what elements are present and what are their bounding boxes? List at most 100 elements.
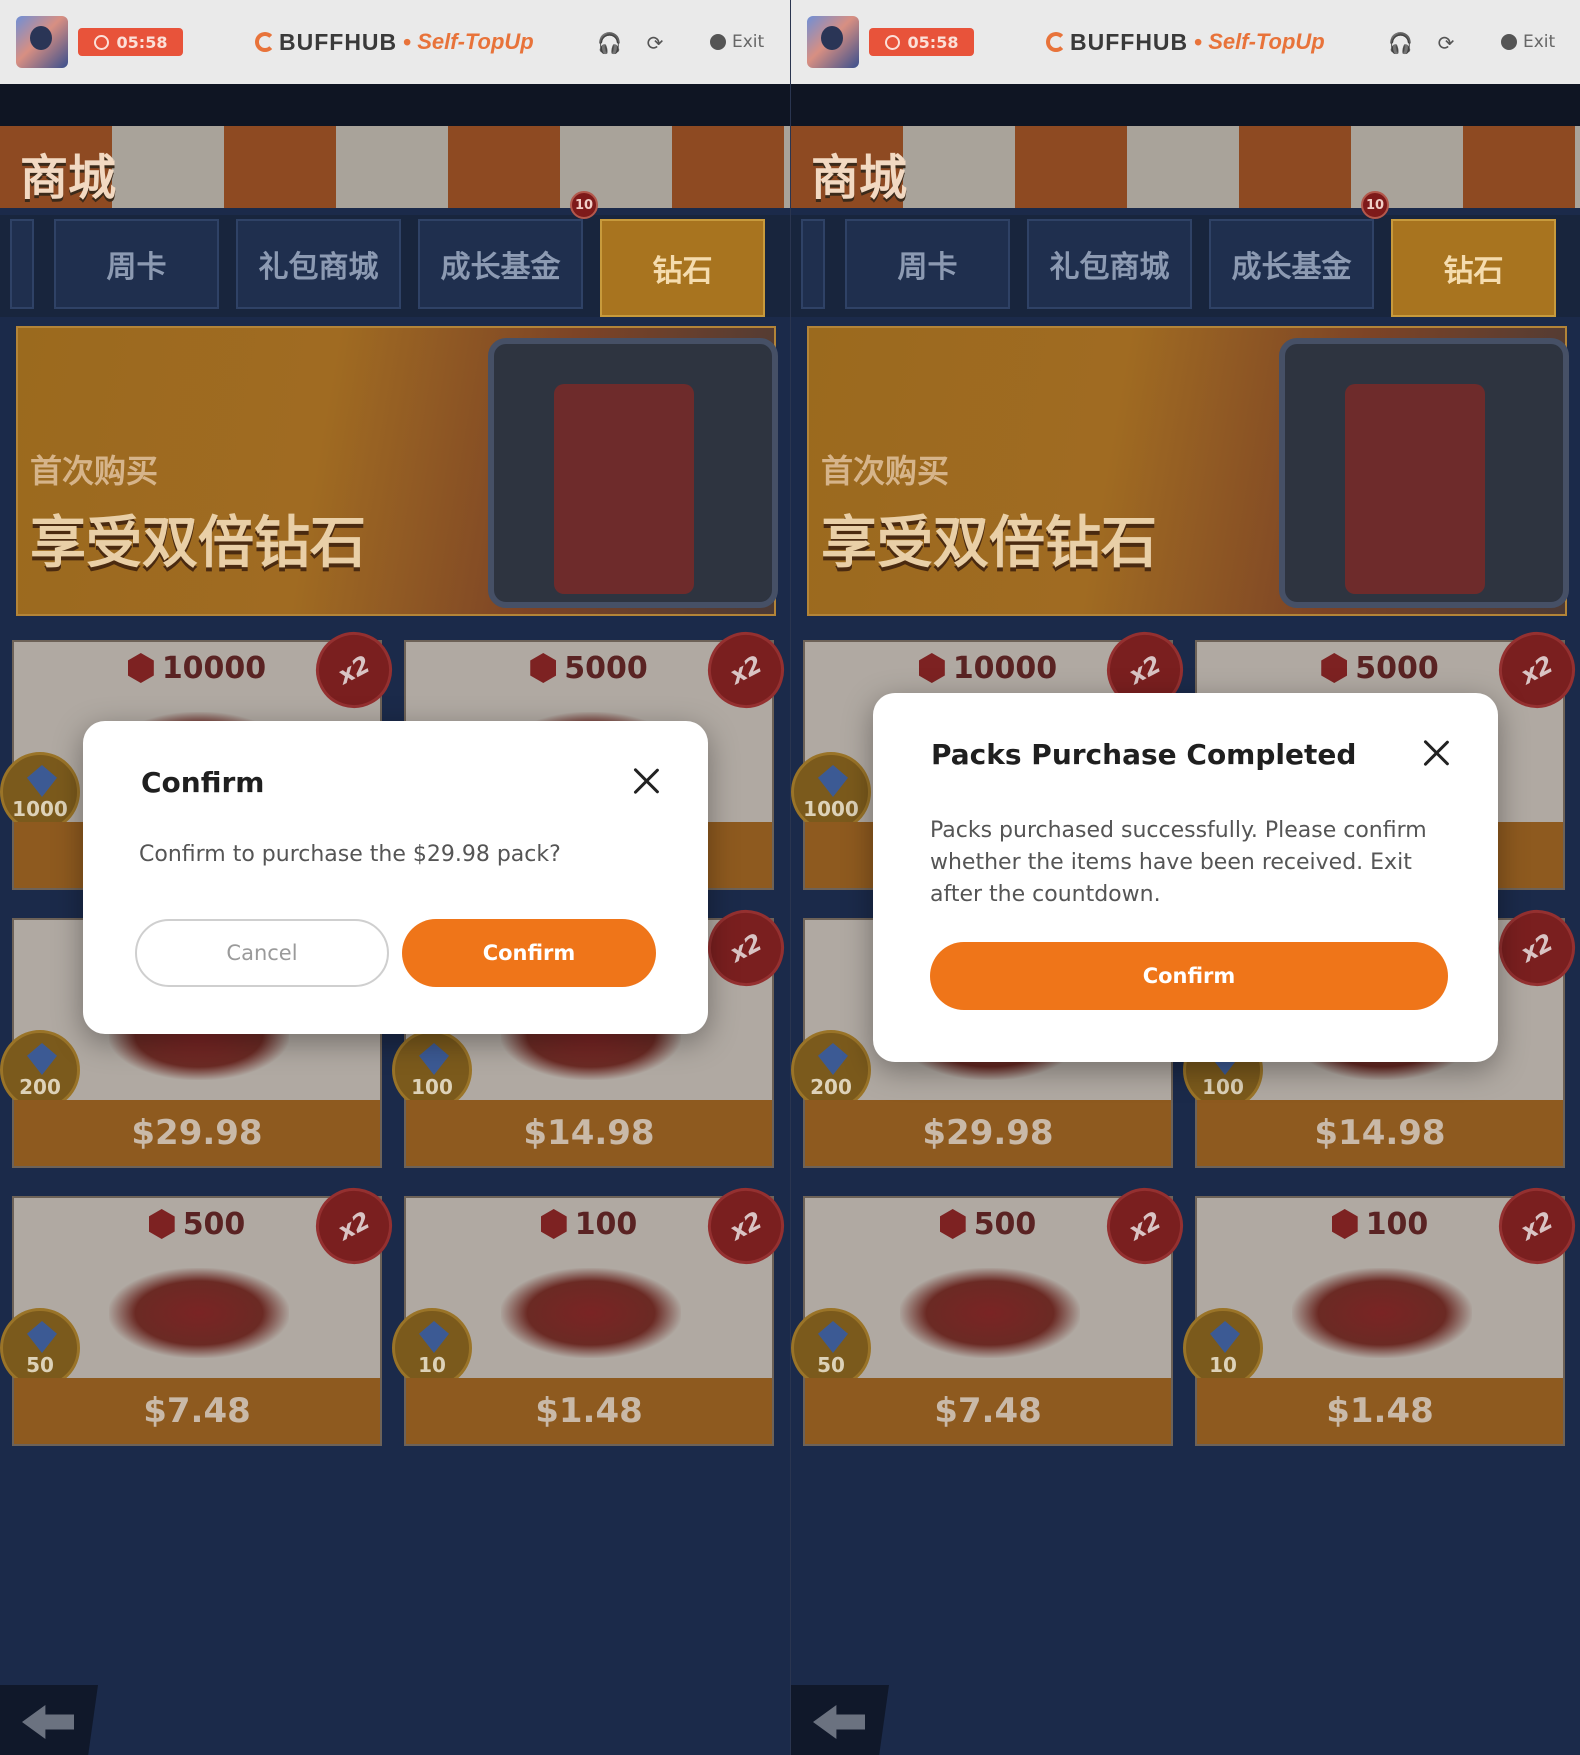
pack-price: $14.98 [1197, 1100, 1563, 1166]
vault-image [488, 338, 778, 608]
clock-icon [884, 34, 900, 50]
exit-label: Exit [732, 32, 765, 52]
countdown-timer: 05:58 [78, 28, 183, 56]
countdown-timer: 05:58 [869, 28, 974, 56]
brand-name: BUFFHUB [1070, 28, 1189, 55]
pack-price: $14.98 [406, 1100, 772, 1166]
pack-price: $7.48 [14, 1378, 380, 1444]
pack-art [501, 1268, 681, 1358]
bonus-badge: 200 [0, 1030, 80, 1110]
ruby-icon [127, 653, 154, 683]
pack-card[interactable]: 500 50 $7.48 x2 [0, 1174, 406, 1446]
dialog-message: Packs purchased successfully. Please con… [930, 818, 1427, 907]
pack-card[interactable]: 500 50 $7.48 x2 [791, 1174, 1197, 1446]
brand: BUFFHUB • Self-TopUp [1046, 26, 1325, 58]
screenshot-root: 05:58 BUFFHUB • Self-TopUp 🎧 ⟳ Exit 商城 周卡 … [0, 0, 1580, 1755]
ruby-icon [148, 1209, 175, 1239]
tab-diamonds[interactable]: 钻石 [1391, 219, 1556, 317]
refresh-icon[interactable]: ⟳ [644, 32, 666, 54]
power-icon [1501, 34, 1517, 50]
confirm-dialog: Confirm Confirm to purchase the $29.98 p… [83, 721, 708, 1034]
game-avatar [16, 16, 68, 68]
bonus-badge: 10 [392, 1308, 472, 1388]
pack-amount-value: 5000 [564, 650, 648, 686]
dialog-message: Confirm to purchase the $29.98 pack? [139, 842, 561, 867]
back-arrow-icon [22, 1705, 74, 1739]
tab-overflow[interactable] [801, 219, 825, 309]
brand-sub: Self-TopUp [417, 29, 534, 54]
multiplier-badge: x2 [694, 896, 790, 1000]
multiplier-badge: x2 [1093, 1174, 1197, 1278]
close-icon[interactable] [1421, 738, 1451, 768]
bonus-badge: 50 [791, 1308, 871, 1388]
confirm-button[interactable]: Confirm [930, 942, 1448, 1010]
dialog-title: Confirm [141, 766, 265, 799]
power-icon [710, 34, 726, 50]
success-dialog: Packs Purchase Completed Packs purchased… [873, 693, 1498, 1062]
promo-banner[interactable]: 首次购买 享受双倍钻石 [807, 326, 1569, 616]
multiplier-badge: x2 [1485, 618, 1580, 722]
shop-title: 商城 [811, 150, 908, 206]
status-strip [791, 84, 1580, 126]
ruby-icon [918, 653, 945, 683]
status-strip [0, 84, 790, 126]
banner-title: 享受双倍钻石 [821, 511, 1157, 576]
multiplier-badge: x2 [694, 618, 790, 722]
bonus-badge: 50 [0, 1308, 80, 1388]
tab-growth-fund[interactable]: 成长基金 [418, 219, 583, 309]
ruby-icon [540, 1209, 567, 1239]
cancel-button[interactable]: Cancel [135, 919, 389, 987]
tab-diamonds[interactable]: 钻石 [600, 219, 765, 317]
pack-art [900, 1268, 1080, 1358]
headset-icon[interactable]: 🎧 [597, 32, 622, 54]
vault-image [1279, 338, 1569, 608]
brand-separator: • [1194, 28, 1203, 55]
close-icon[interactable] [631, 766, 661, 796]
tab-weekly-card[interactable]: 周卡 [54, 219, 219, 309]
shop-awning [791, 126, 1580, 208]
shop-tabs: 周卡 礼包商城 成长基金 钻石 10 [0, 191, 790, 317]
exit-button[interactable]: Exit [710, 29, 764, 55]
brand-logo-icon [255, 32, 275, 52]
promo-banner[interactable]: 首次购买 享受双倍钻石 [16, 326, 778, 616]
timer-value: 05:58 [116, 32, 168, 52]
brand-separator: • [403, 28, 412, 55]
top-bar: 05:58 BUFFHUB • Self-TopUp 🎧 ⟳ Exit [791, 0, 1580, 84]
multiplier-badge: x2 [1485, 1174, 1580, 1278]
ruby-icon [1321, 653, 1348, 683]
headset-icon[interactable]: 🎧 [1388, 32, 1413, 54]
back-button[interactable] [0, 1685, 98, 1755]
pack-price: $29.98 [805, 1100, 1171, 1166]
pack-art [1292, 1268, 1472, 1358]
tab-weekly-card[interactable]: 周卡 [845, 219, 1010, 309]
banner-subtitle: 首次购买 [821, 452, 950, 490]
pack-card[interactable]: 100 10 $1.48 x2 [392, 1174, 790, 1446]
ruby-icon [530, 653, 557, 683]
ruby-icon [939, 1209, 966, 1239]
confirm-button[interactable]: Confirm [402, 919, 656, 987]
pack-price: $7.48 [805, 1378, 1171, 1444]
shop-tabs: 周卡 礼包商城 成长基金 钻石 10 [791, 191, 1580, 317]
pack-amount-value: 10000 [161, 650, 267, 686]
bonus-badge: 200 [791, 1030, 871, 1110]
tab-overflow[interactable] [10, 219, 34, 309]
pack-card[interactable]: 100 10 $1.48 x2 [1183, 1174, 1580, 1446]
clock-icon [93, 34, 109, 50]
pack-amount-value: 10000 [952, 650, 1058, 686]
back-button[interactable] [791, 1685, 889, 1755]
top-bar: 05:58 BUFFHUB • Self-TopUp 🎧 ⟳ Exit [0, 0, 790, 84]
game-avatar [807, 16, 859, 68]
tab-gift-shop[interactable]: 礼包商城 [236, 219, 401, 309]
bonus-badge: 10 [1183, 1308, 1263, 1388]
multiplier-badge: x2 [1485, 896, 1580, 1000]
tab-growth-fund[interactable]: 成长基金 [1209, 219, 1374, 309]
exit-button[interactable]: Exit [1501, 29, 1555, 55]
shop-title: 商城 [20, 150, 117, 206]
dialog-title: Packs Purchase Completed [931, 738, 1357, 771]
pack-price: $1.48 [1197, 1378, 1563, 1444]
multiplier-badge: x2 [302, 1174, 406, 1278]
refresh-icon[interactable]: ⟳ [1435, 32, 1457, 54]
pack-price: $29.98 [14, 1100, 380, 1166]
tab-gift-shop[interactable]: 礼包商城 [1027, 219, 1192, 309]
bonus-badge: 1000 [791, 752, 871, 832]
